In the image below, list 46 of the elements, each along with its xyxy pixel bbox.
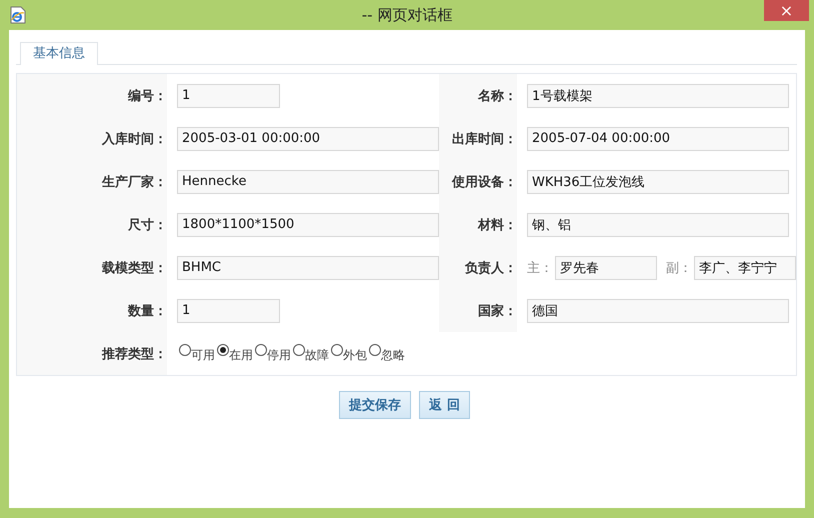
field-prefix: 主： [527, 260, 553, 276]
text-field[interactable]: 1号载模架 [527, 84, 789, 108]
field-label: 材料： [478, 216, 517, 234]
radio-label: 故障 [305, 346, 329, 364]
text-field[interactable]: 德国 [527, 298, 789, 322]
radio-button[interactable] [293, 344, 305, 356]
window-title: -- 网页对话框 [362, 6, 452, 24]
radio-label: 停用 [267, 346, 291, 364]
radio-button[interactable] [331, 344, 343, 356]
close-button[interactable]: × [764, 0, 809, 21]
field-label: 名称： [478, 88, 517, 104]
radio-label: 可用 [191, 346, 215, 364]
document-icon [10, 6, 26, 24]
text-field[interactable]: WKH36工位发泡线 [527, 170, 789, 194]
field-label: 入库时间： [102, 130, 167, 148]
field-label: 负责人： [465, 260, 517, 276]
text-field[interactable]: 2005-03-01 00:00:00 [177, 126, 439, 150]
text-field[interactable]: 1 [177, 298, 280, 322]
radio-button[interactable] [217, 344, 229, 356]
field-label: 推荐类型： [102, 346, 167, 362]
text-field[interactable]: 1800*1100*1500 [177, 212, 439, 236]
text-field[interactable]: 1 [177, 84, 280, 108]
tab[interactable]: 基本信息 [20, 42, 98, 65]
field-label: 使用设备： [452, 174, 517, 190]
field-label: 国家： [478, 302, 517, 320]
text-field[interactable]: Hennecke [177, 170, 439, 194]
text-field[interactable]: 罗先春 [555, 256, 657, 280]
action-button[interactable]: 提交保存 [339, 391, 412, 419]
field-prefix: 副： [666, 260, 692, 276]
field-label: 尺寸： [128, 216, 167, 234]
field-label: 出库时间： [452, 130, 517, 148]
text-field[interactable]: 2005-07-04 00:00:00 [527, 126, 789, 150]
text-field[interactable]: 钢、铝 [527, 212, 789, 236]
radio-button[interactable] [179, 344, 191, 356]
radio-button[interactable] [255, 344, 267, 356]
radio-button[interactable] [369, 344, 381, 356]
action-button[interactable]: 返 回 [419, 391, 470, 419]
field-label: 载模类型： [102, 260, 167, 276]
field-label: 生产厂家： [102, 174, 167, 190]
text-field[interactable]: 李广、李宁宁 [694, 256, 796, 280]
radio-label: 在用 [229, 346, 253, 364]
field-label: 数量： [128, 302, 167, 320]
text-field[interactable]: BHMC [177, 256, 439, 280]
field-label: 编号： [128, 88, 167, 104]
radio-label: 外包 [343, 346, 367, 364]
radio-label: 忽略 [381, 346, 405, 364]
